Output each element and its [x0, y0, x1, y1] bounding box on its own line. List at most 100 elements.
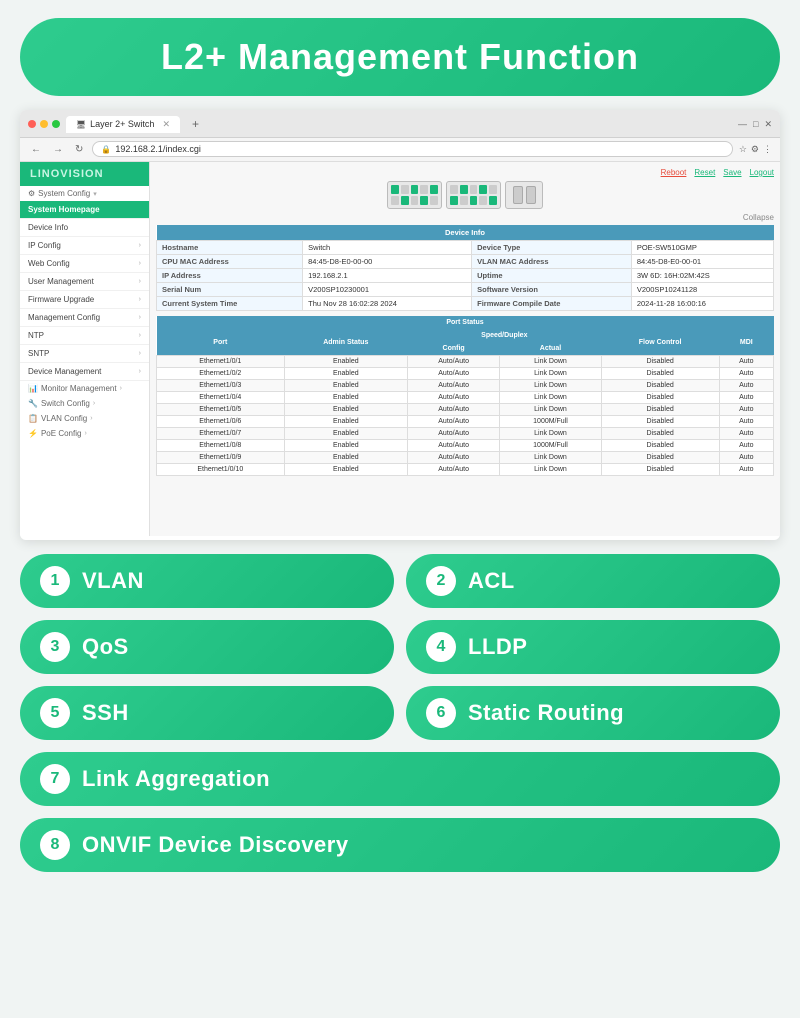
- feature-label-lldp: LLDP: [468, 634, 527, 660]
- tab-title: Layer 2+ Switch: [90, 119, 154, 129]
- sidebar-item-monitor-management[interactable]: 📊 Monitor Management ›: [20, 381, 149, 396]
- sidebar-item-user-management[interactable]: User Management ›: [20, 273, 149, 291]
- hostname-label: Hostname: [157, 241, 303, 255]
- url-text: 192.168.2.1/index.cgi: [115, 144, 201, 154]
- speed-duplex-col-header: Speed/Duplex: [407, 329, 601, 342]
- sidebar-section-label: System Config: [38, 189, 90, 198]
- logout-button[interactable]: Logout: [750, 168, 774, 177]
- arrow-icon: ›: [139, 260, 141, 267]
- reboot-button[interactable]: Reboot: [661, 168, 687, 177]
- sidebar-item-system-config[interactable]: ⚙ System Config ▾: [20, 186, 149, 201]
- port-led: [479, 185, 487, 194]
- device-type-label: Device Type: [472, 241, 632, 255]
- port-led: [450, 196, 458, 205]
- bookmark-icon[interactable]: ☆: [739, 144, 747, 155]
- sidebar-item-vlan-config[interactable]: 📋 VLAN Config ›: [20, 411, 149, 426]
- port-led: [411, 196, 419, 205]
- table-row: Ethernet1/0/4 Enabled Auto/Auto Link Dow…: [157, 392, 774, 404]
- dot-red[interactable]: [28, 120, 36, 128]
- feature-onvif: 8 ONVIF Device Discovery: [20, 818, 780, 872]
- collapse-button[interactable]: Collapse: [156, 213, 774, 222]
- menu-icon[interactable]: ⋮: [763, 144, 772, 155]
- port-led: [420, 196, 428, 205]
- feature-label-onvif: ONVIF Device Discovery: [82, 832, 349, 858]
- feature-label-qos: QoS: [82, 634, 129, 660]
- port-led: [420, 185, 428, 194]
- arrow-icon: ›: [139, 350, 141, 357]
- feature-qos: 3 QoS: [20, 620, 394, 674]
- browser-mockup: 🖥 Layer 2+ Switch ✕ + — □ ✕ ← → ↻ 🔒 192.…: [20, 110, 780, 540]
- table-row: Ethernet1/0/8 Enabled Auto/Auto 1000M/Fu…: [157, 440, 774, 452]
- feature-number-1: 1: [40, 566, 70, 596]
- feature-vlan: 1 VLAN: [20, 554, 394, 608]
- feature-link-aggregation: 7 Link Aggregation: [20, 752, 780, 806]
- table-row: Ethernet1/0/2 Enabled Auto/Auto Link Dow…: [157, 368, 774, 380]
- device-type-value: POE-SW510GMP: [631, 241, 773, 255]
- ip-value: 192.168.2.1: [303, 269, 472, 283]
- switch-box-1: [387, 181, 442, 209]
- mdi-col-header: MDI: [719, 329, 773, 356]
- feature-ssh: 5 SSH: [20, 686, 394, 740]
- dot-yellow[interactable]: [40, 120, 48, 128]
- serial-label: Serial Num: [157, 283, 303, 297]
- sidebar-item-system-homepage[interactable]: System Homepage: [20, 201, 149, 219]
- table-row: Ethernet1/0/7 Enabled Auto/Auto Link Dow…: [157, 428, 774, 440]
- port-led: [430, 185, 438, 194]
- port-led: [489, 185, 497, 194]
- device-image: [387, 181, 543, 209]
- sys-time-label: Current System Time: [157, 297, 303, 311]
- table-row: Ethernet1/0/9 Enabled Auto/Auto Link Dow…: [157, 452, 774, 464]
- dot-green[interactable]: [52, 120, 60, 128]
- port-led: [460, 185, 468, 194]
- save-button[interactable]: Save: [723, 168, 741, 177]
- sidebar-item-device-info[interactable]: Device Info: [20, 219, 149, 237]
- forward-button[interactable]: →: [50, 143, 66, 156]
- sidebar-item-firmware-upgrade[interactable]: Firmware Upgrade ›: [20, 291, 149, 309]
- table-row: Ethernet1/0/5 Enabled Auto/Auto Link Dow…: [157, 404, 774, 416]
- arrow-icon: ›: [139, 242, 141, 249]
- sidebar-logo: LINOVISION: [20, 162, 149, 186]
- sidebar-item-switch-config[interactable]: 🔧 Switch Config ›: [20, 396, 149, 411]
- hostname-value: Switch: [303, 241, 472, 255]
- config-col-header: Config: [407, 342, 499, 356]
- port-led: [401, 196, 409, 205]
- reset-button[interactable]: Reset: [694, 168, 715, 177]
- admin-status-col-header: Admin Status: [284, 329, 407, 356]
- sidebar-item-ntp[interactable]: NTP ›: [20, 327, 149, 345]
- minimize-button[interactable]: —: [738, 119, 747, 129]
- port-led: [470, 196, 478, 205]
- refresh-button[interactable]: ↻: [72, 143, 86, 156]
- url-input[interactable]: 🔒 192.168.2.1/index.cgi: [92, 141, 732, 157]
- close-button[interactable]: ✕: [764, 119, 772, 130]
- port-led: [401, 185, 409, 194]
- app-layout: LINOVISION ⚙ System Config ▾ System Home…: [20, 162, 780, 536]
- tab-icon: 🖥: [76, 120, 86, 129]
- sidebar-item-ip-config[interactable]: IP Config ›: [20, 237, 149, 255]
- sidebar-item-management-config[interactable]: Management Config ›: [20, 309, 149, 327]
- device-image-area: [156, 181, 774, 209]
- browser-dots: [28, 120, 60, 128]
- fw-compile-value: 2024-11-28 16:00:16: [631, 297, 773, 311]
- vlan-mac-label: VLAN MAC Address: [472, 255, 632, 269]
- arrow-icon: ›: [93, 400, 95, 407]
- port-col-header: Port: [157, 329, 285, 356]
- sidebar-item-device-management[interactable]: Device Management ›: [20, 363, 149, 381]
- port-led: [460, 196, 468, 205]
- port-led: [450, 185, 458, 194]
- arrow-icon: ›: [90, 415, 92, 422]
- flow-control-col-header: Flow Control: [601, 329, 719, 356]
- maximize-button[interactable]: □: [753, 119, 758, 129]
- table-row: Ethernet1/0/3 Enabled Auto/Auto Link Dow…: [157, 380, 774, 392]
- arrow-icon: ›: [139, 314, 141, 321]
- sidebar-item-web-config[interactable]: Web Config ›: [20, 255, 149, 273]
- extensions-icon[interactable]: ⚙: [751, 144, 759, 155]
- arrow-icon: ›: [139, 332, 141, 339]
- vlan-mac-value: 84:45-D8-E0-00-01: [631, 255, 773, 269]
- tab-close-button[interactable]: ✕: [162, 119, 170, 130]
- browser-tab[interactable]: 🖥 Layer 2+ Switch ✕: [66, 116, 180, 133]
- sidebar: LINOVISION ⚙ System Config ▾ System Home…: [20, 162, 150, 536]
- back-button[interactable]: ←: [28, 143, 44, 156]
- new-tab-button[interactable]: +: [186, 115, 205, 133]
- sidebar-item-poe-config[interactable]: ⚡ PoE Config ›: [20, 426, 149, 441]
- sidebar-item-sntp[interactable]: SNTP ›: [20, 345, 149, 363]
